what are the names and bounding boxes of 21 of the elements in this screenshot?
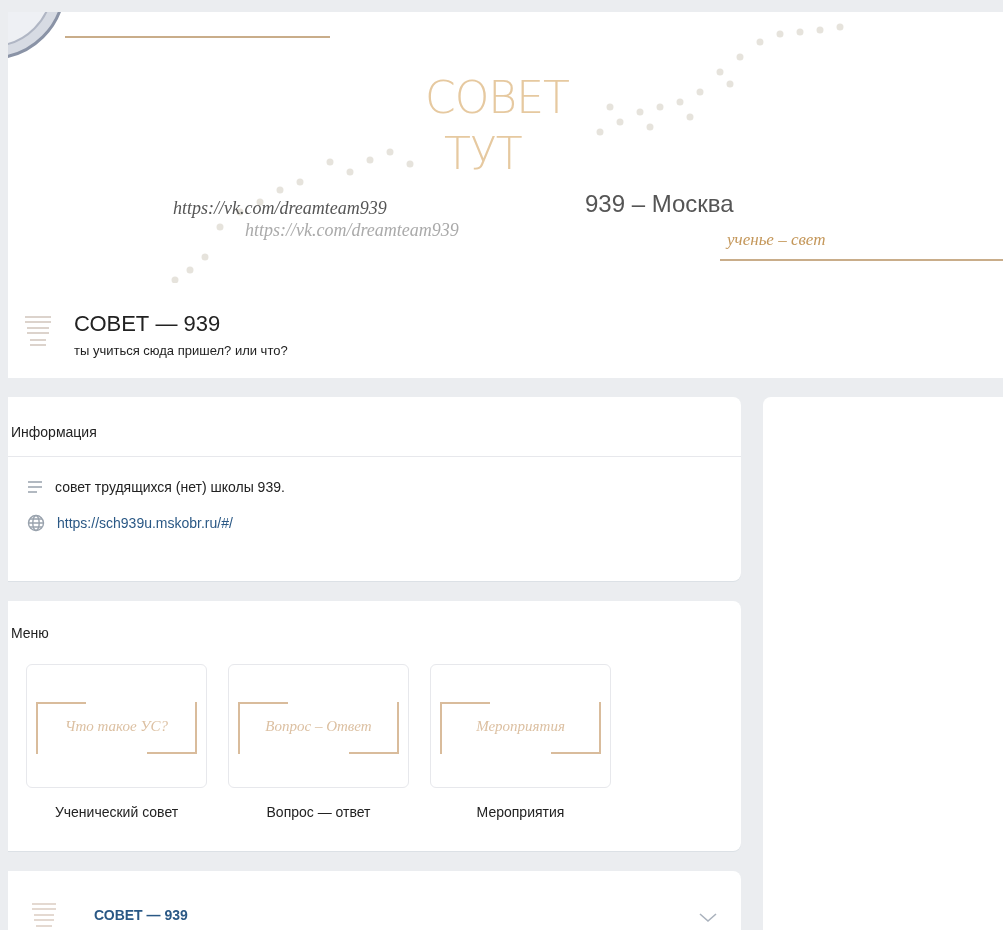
menu-item-label[interactable]: Вопрос — ответ <box>266 804 371 820</box>
group-name: СОВЕТ — 939 <box>74 310 222 337</box>
menu-item-label[interactable]: Мероприятия <box>476 804 565 820</box>
cover-title: ТУТ <box>444 132 522 176</box>
description-icon <box>27 480 43 494</box>
cover-motto: ученье – свет <box>727 230 826 250</box>
tile-caption: Что такое УС? <box>65 717 168 735</box>
globe-icon <box>27 514 45 532</box>
post-author-link[interactable]: СОВЕТ — 939 <box>94 907 188 923</box>
chevron-down-icon[interactable] <box>699 913 717 923</box>
tile-caption: Мероприятия <box>476 717 565 735</box>
cover-city: 939 – Москва <box>585 190 734 218</box>
description-text: совет трудящихся (нет) школы 939. <box>55 479 285 495</box>
menu-item-label[interactable]: Ученический совет <box>54 804 179 820</box>
website-link[interactable]: https://sch939u.mskobr.ru/#/ <box>57 515 233 531</box>
tile-caption: Вопрос – Ответ <box>265 717 372 735</box>
group-avatar-icon <box>30 901 58 929</box>
card-title: Информация <box>10 423 98 442</box>
card-title: Меню <box>10 624 50 643</box>
cover-title: СОВЕТ <box>425 76 569 120</box>
group-status: ты учиться сюда пришел? или что? <box>74 342 288 358</box>
